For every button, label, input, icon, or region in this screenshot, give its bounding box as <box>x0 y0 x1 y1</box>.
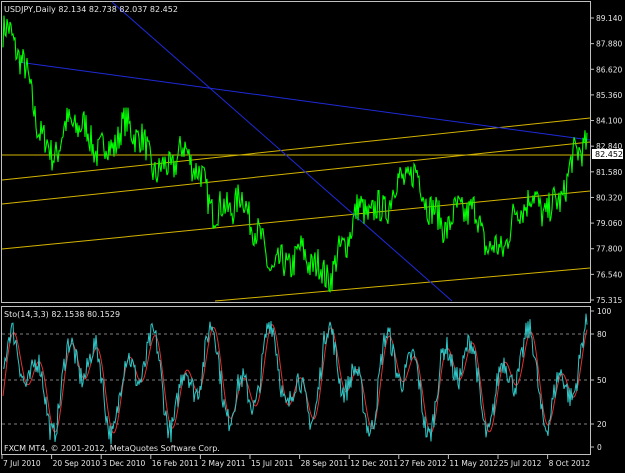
time-axis: 7 Jul 2010 20 Sep 2010 3 Dec 2010 16 Feb 20… <box>1 455 591 468</box>
trendlines <box>1 1 591 302</box>
mt4-chart-window: USDJPY,Daily 82.134 82.738 82.037 82.452… <box>0 0 625 469</box>
stoch-tick-label: 100 <box>597 307 612 316</box>
price-tick-label: 76.540 <box>596 270 622 279</box>
time-tick-label: 7 Jul 2010 <box>3 459 41 468</box>
trendline-gold-4[interactable] <box>214 267 591 302</box>
copyright-footer: FXCM MT4, © 2001-2012, MetaQuotes Softwa… <box>4 444 220 453</box>
time-tick-label: 20 Sep 2010 <box>53 459 101 468</box>
time-tick-label: 2 May 2011 <box>201 459 245 468</box>
time-tick-label: 12 Dec 2011 <box>350 459 398 468</box>
current-price-label: 82.452 <box>595 150 623 159</box>
time-tick-label: 16 Feb 2011 <box>152 459 199 468</box>
time-tick-label: 28 Sep 2011 <box>301 459 349 468</box>
stoch-level-lines <box>2 333 590 425</box>
price-tick-label: 87.880 <box>596 40 622 49</box>
trendline-blue-resistance[interactable] <box>17 61 591 141</box>
time-tick-label: 11 May 2012 <box>449 459 498 468</box>
time-tick-label: 8 Oct 2012 <box>549 459 591 468</box>
stoch-signal-line <box>2 323 588 434</box>
indicator-panel-header: Sto(14,3,3) 82.1538 80.1529 <box>4 310 120 319</box>
time-tick-label: 3 Dec 2010 <box>102 459 145 468</box>
stoch-tick-label: 80 <box>597 330 607 339</box>
price-tick-label: 84.100 <box>596 117 622 126</box>
price-tick-label: 86.620 <box>596 65 622 74</box>
price-line-series <box>2 15 588 293</box>
price-tick-label: 80.320 <box>596 193 622 202</box>
price-axis: 89.14087.88086.62085.36084.10082.84081.5… <box>590 14 622 305</box>
time-tick-label: 15 Jul 2011 <box>251 459 294 468</box>
price-tick-label: 77.800 <box>596 245 622 254</box>
chart-canvas[interactable]: USDJPY,Daily 82.134 82.738 82.037 82.452… <box>0 0 625 469</box>
price-tick-label: 79.060 <box>596 219 622 228</box>
time-tick-label: 27 Feb 2012 <box>400 459 447 468</box>
stoch-tick-label: 20 <box>597 420 607 429</box>
price-tick-label: 75.315 <box>596 296 622 305</box>
price-tick-label: 89.140 <box>596 14 622 23</box>
current-price-marker: 82.452 <box>592 149 623 159</box>
stoch-tick-label: 50 <box>597 376 607 385</box>
price-tick-label: 85.360 <box>596 91 622 100</box>
price-panel-frame <box>1 1 591 303</box>
stoch-tick-label: 0 <box>597 443 602 452</box>
price-panel-header: USDJPY,Daily 82.134 82.738 82.037 82.452 <box>4 5 178 14</box>
time-tick-label: 25 Jul 2012 <box>499 459 542 468</box>
price-tick-label: 81.580 <box>596 168 622 177</box>
stoch-axis: 100 80 50 20 0 <box>590 307 612 452</box>
